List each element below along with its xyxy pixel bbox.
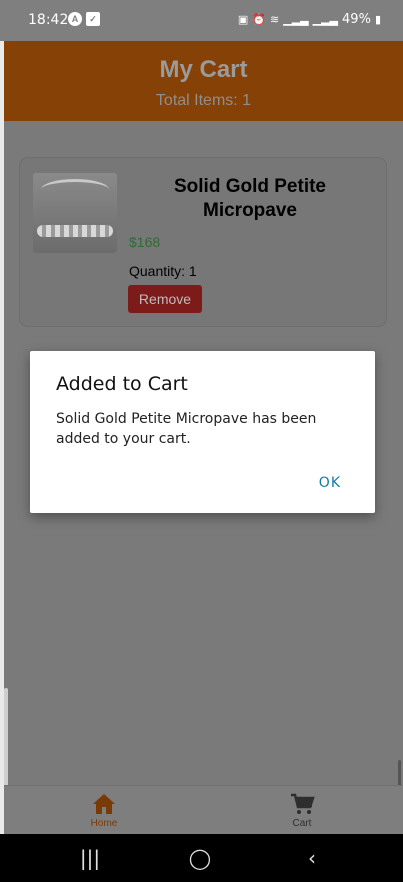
status-indicators: ▣ ⏰ ≋ ▁▂▃ ▁▂▃ 49% ▮ — [238, 12, 381, 27]
product-quantity: Quantity: 1 — [129, 263, 197, 279]
back-button[interactable]: ‹ — [292, 846, 332, 870]
signal-icon: ▁▂▃ — [312, 13, 339, 26]
wifi-icon: ≋ — [270, 13, 280, 26]
recent-apps-button[interactable]: ||| — [70, 846, 110, 870]
cart-header: My Cart Total Items: 1 — [4, 41, 403, 121]
dialog-title: Added to Cart — [56, 373, 188, 395]
a-circle-icon: A — [68, 12, 82, 26]
check-square-icon: ✓ — [86, 12, 100, 26]
lock-icon: ▣ — [237, 13, 249, 26]
remove-button[interactable]: Remove — [128, 285, 202, 313]
battery-percent: 49% — [342, 12, 371, 27]
ring-product-image — [33, 173, 117, 253]
tab-cart[interactable]: Cart — [252, 792, 352, 829]
cart-icon — [291, 793, 315, 814]
battery-icon: ▮ — [374, 13, 381, 26]
cart-item-card: Solid Gold Petite Micropave $168 Quantit… — [20, 158, 386, 326]
added-to-cart-dialog: Added to Cart Solid Gold Petite Micropav… — [30, 351, 375, 513]
product-name: Solid Gold Petite Micropave — [173, 176, 326, 221]
bottom-tab-bar: Home Cart — [4, 785, 403, 835]
tab-cart-label: Cart — [292, 818, 312, 829]
home-button[interactable]: ◯ — [180, 846, 220, 870]
tab-home[interactable]: Home — [54, 792, 154, 829]
total-items-label: Total Items: 1 — [155, 92, 252, 109]
signal-icon: ▁▂▃ — [283, 13, 309, 26]
alarm-icon: ⏰ — [252, 13, 267, 26]
notification-icons: A ✓ — [68, 12, 100, 26]
tab-home-label: Home — [90, 818, 118, 829]
status-time: 18:42 — [28, 12, 69, 28]
system-nav-bar: ||| ◯ ‹ — [0, 834, 403, 882]
page-title: My Cart — [159, 56, 248, 83]
dialog-message: Solid Gold Petite Micropave has been add… — [56, 411, 317, 447]
home-icon — [93, 794, 115, 814]
cart-screen: 18:42 A ✓ ▣ ⏰ ≋ ▁▂▃ ▁▂▃ 49% ▮ My Cart To… — [0, 0, 403, 882]
ring-band-top — [41, 179, 109, 200]
product-price: $168 — [129, 234, 161, 250]
ok-button[interactable]: OK — [319, 475, 341, 491]
status-bar: 18:42 A ✓ ▣ ⏰ ≋ ▁▂▃ ▁▂▃ 49% ▮ — [0, 0, 403, 41]
ring-band-stones — [37, 225, 113, 237]
